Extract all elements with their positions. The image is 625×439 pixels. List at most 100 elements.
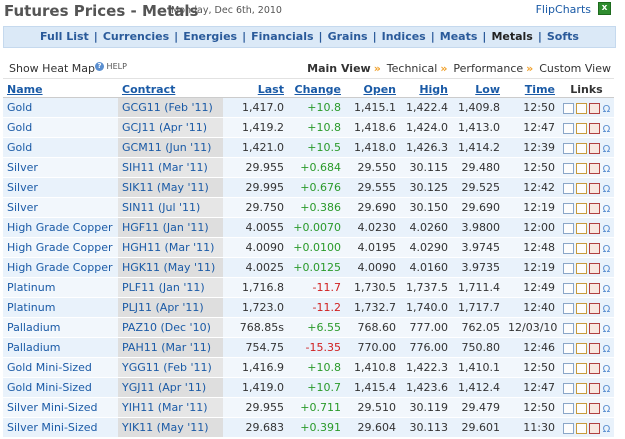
omega-icon[interactable]: Ω	[602, 324, 611, 335]
chart-icon[interactable]	[563, 222, 574, 234]
options-icon[interactable]	[589, 382, 600, 394]
cell-name[interactable]: High Grade Copper	[3, 217, 118, 238]
view-performance[interactable]: Performance	[453, 62, 523, 75]
line-chart-icon[interactable]	[576, 402, 587, 414]
cell-name[interactable]: Gold	[3, 137, 118, 158]
omega-icon[interactable]: Ω	[602, 144, 611, 155]
line-chart-icon[interactable]	[576, 222, 587, 234]
omega-icon[interactable]: Ω	[602, 424, 611, 435]
omega-icon[interactable]: Ω	[602, 104, 611, 115]
cell-name[interactable]: Silver Mini-Sized	[3, 397, 118, 418]
cell-name[interactable]: Silver	[3, 157, 118, 178]
chart-icon[interactable]	[563, 422, 574, 434]
cell-contract[interactable]: GCM11 (Jun '11)	[118, 137, 223, 158]
line-chart-icon[interactable]	[576, 122, 587, 134]
line-chart-icon[interactable]	[576, 322, 587, 334]
cell-contract[interactable]: SIH11 (Mar '11)	[118, 157, 223, 178]
options-icon[interactable]	[589, 302, 600, 314]
line-chart-icon[interactable]	[576, 142, 587, 154]
chart-icon[interactable]	[563, 162, 574, 174]
view-custom-view[interactable]: Custom View	[539, 62, 611, 75]
chart-icon[interactable]	[563, 282, 574, 294]
chart-icon[interactable]	[563, 202, 574, 214]
omega-icon[interactable]: Ω	[602, 344, 611, 355]
chart-icon[interactable]	[563, 302, 574, 314]
cell-name[interactable]: Palladium	[3, 337, 118, 358]
line-chart-icon[interactable]	[576, 302, 587, 314]
help-link[interactable]: ? HELP	[95, 62, 127, 71]
line-chart-icon[interactable]	[576, 182, 587, 194]
nav-item-full-list[interactable]: Full List	[40, 30, 89, 43]
options-icon[interactable]	[589, 282, 600, 294]
options-icon[interactable]	[589, 182, 600, 194]
cell-name[interactable]: Silver	[3, 197, 118, 218]
chart-icon[interactable]	[563, 362, 574, 374]
chart-icon[interactable]	[563, 402, 574, 414]
chart-icon[interactable]	[563, 142, 574, 154]
options-icon[interactable]	[589, 142, 600, 154]
chart-icon[interactable]	[563, 322, 574, 334]
line-chart-icon[interactable]	[576, 162, 587, 174]
options-icon[interactable]	[589, 202, 600, 214]
cell-contract[interactable]: PLF11 (Jan '11)	[118, 277, 223, 298]
cell-name[interactable]: Silver	[3, 177, 118, 198]
view-technical[interactable]: Technical	[387, 62, 438, 75]
column-header-change[interactable]: Change	[288, 81, 345, 98]
omega-icon[interactable]: Ω	[602, 364, 611, 375]
options-icon[interactable]	[589, 122, 600, 134]
options-icon[interactable]	[589, 242, 600, 254]
cell-name[interactable]: Palladium	[3, 317, 118, 338]
omega-icon[interactable]: Ω	[602, 164, 611, 175]
line-chart-icon[interactable]	[576, 362, 587, 374]
omega-icon[interactable]: Ω	[602, 184, 611, 195]
chart-icon[interactable]	[563, 382, 574, 394]
view-main-view[interactable]: Main View	[307, 62, 371, 75]
column-header-name[interactable]: Name	[3, 81, 118, 98]
column-header-high[interactable]: High	[400, 81, 452, 98]
cell-contract[interactable]: SIK11 (May '11)	[118, 177, 223, 198]
cell-name[interactable]: High Grade Copper	[3, 257, 118, 278]
line-chart-icon[interactable]	[576, 422, 587, 434]
column-header-contract[interactable]: Contract	[118, 81, 223, 98]
cell-name[interactable]: Platinum	[3, 297, 118, 318]
cell-name[interactable]: Gold	[3, 97, 118, 118]
cell-contract[interactable]: GCG11 (Feb '11)	[118, 97, 223, 118]
line-chart-icon[interactable]	[576, 102, 587, 114]
chart-icon[interactable]	[563, 182, 574, 194]
line-chart-icon[interactable]	[576, 382, 587, 394]
options-icon[interactable]	[589, 422, 600, 434]
options-icon[interactable]	[589, 102, 600, 114]
omega-icon[interactable]: Ω	[602, 224, 611, 235]
cell-contract[interactable]: YIK11 (May '11)	[118, 417, 223, 438]
cell-contract[interactable]: PAZ10 (Dec '10)	[118, 317, 223, 338]
flipcharts-link[interactable]: FlipCharts	[536, 3, 591, 16]
line-chart-icon[interactable]	[576, 202, 587, 214]
nav-item-meats[interactable]: Meats	[440, 30, 478, 43]
omega-icon[interactable]: Ω	[602, 244, 611, 255]
chart-icon[interactable]	[563, 122, 574, 134]
cell-name[interactable]: Silver Mini-Sized	[3, 417, 118, 438]
excel-icon[interactable]: x	[598, 2, 611, 15]
cell-name[interactable]: Gold	[3, 117, 118, 138]
options-icon[interactable]	[589, 362, 600, 374]
chart-icon[interactable]	[563, 242, 574, 254]
cell-name[interactable]: Platinum	[3, 277, 118, 298]
cell-contract[interactable]: YGG11 (Feb '11)	[118, 357, 223, 378]
omega-icon[interactable]: Ω	[602, 384, 611, 395]
options-icon[interactable]	[589, 402, 600, 414]
column-header-open[interactable]: Open	[345, 81, 400, 98]
nav-item-metals[interactable]: Metals	[491, 30, 532, 43]
line-chart-icon[interactable]	[576, 282, 587, 294]
line-chart-icon[interactable]	[576, 262, 587, 274]
options-icon[interactable]	[589, 262, 600, 274]
cell-name[interactable]: Gold Mini-Sized	[3, 357, 118, 378]
column-header-time[interactable]: Time	[504, 81, 559, 98]
cell-contract[interactable]: YGJ11 (Apr '11)	[118, 377, 223, 398]
omega-icon[interactable]: Ω	[602, 204, 611, 215]
nav-item-currencies[interactable]: Currencies	[103, 30, 169, 43]
omega-icon[interactable]: Ω	[602, 264, 611, 275]
omega-icon[interactable]: Ω	[602, 124, 611, 135]
column-header-last[interactable]: Last	[223, 81, 288, 98]
nav-item-softs[interactable]: Softs	[547, 30, 579, 43]
nav-item-energies[interactable]: Energies	[183, 30, 237, 43]
